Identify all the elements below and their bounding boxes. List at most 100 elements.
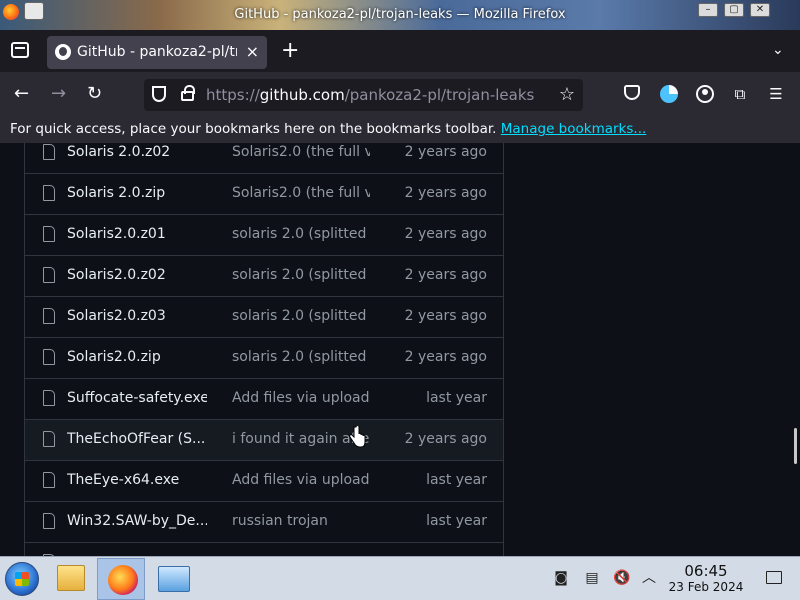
commit-message-link[interactable]: solaris 2.0 (splitted version) xyxy=(232,226,370,242)
account-icon[interactable] xyxy=(696,85,714,103)
file-name-link[interactable]: TheEye-x64.exe xyxy=(67,472,207,488)
clock-date: 23 Feb 2024 xyxy=(668,580,744,594)
file-name-link[interactable]: Solaris 2.0.zip xyxy=(67,185,207,201)
reload-button[interactable]: ↻ xyxy=(87,84,102,104)
commit-age: 2 years ago xyxy=(404,267,487,283)
taskbar-clock[interactable]: 06:45 23 Feb 2024 xyxy=(664,563,748,595)
tracking-protection-shield-icon[interactable] xyxy=(152,86,166,102)
file-name-link[interactable]: Solaris 2.0.z02 xyxy=(67,144,207,160)
tab-close-button[interactable]: × xyxy=(246,42,259,61)
close-window-button[interactable]: ✕ xyxy=(750,3,770,17)
commit-age: 2 years ago xyxy=(404,308,487,324)
file-icon xyxy=(43,226,55,242)
sync-icon[interactable] xyxy=(660,85,678,103)
commit-age: 2 years ago xyxy=(404,226,487,242)
tab-github[interactable]: GitHub - pankoza2-pl/trojan-leaks × xyxy=(47,36,267,69)
volume-muted-icon[interactable]: 🔇 xyxy=(613,570,630,586)
start-button[interactable] xyxy=(5,562,39,596)
file-row[interactable]: Solaris 2.0.z02 Solaris2.0 (the full ver… xyxy=(25,143,503,174)
hamburger-menu-icon[interactable]: ☰ xyxy=(767,85,785,103)
commit-age: 2 years ago xyxy=(404,144,487,160)
file-name-link[interactable]: Suffocate-safety.exe xyxy=(67,390,207,406)
commit-message-link[interactable]: solaris 2.0 (splitted version) xyxy=(232,308,370,324)
window-title: GitHub - pankoza2-pl/trojan-leaks — Mozi… xyxy=(234,7,566,22)
file-icon xyxy=(43,308,55,324)
file-icon xyxy=(43,185,55,201)
window-titlebar: GitHub - pankoza2-pl/trojan-leaks — Mozi… xyxy=(0,0,800,30)
file-icon xyxy=(43,513,55,529)
tray-app-icon[interactable]: ◙ xyxy=(553,570,569,586)
file-row[interactable]: Solaris2.0.zip solaris 2.0 (splitted ver… xyxy=(25,338,503,379)
commit-message-link[interactable]: Solaris2.0 (the full version) xyxy=(232,144,370,160)
firefox-view-icon[interactable] xyxy=(11,42,29,58)
file-row[interactable]: Solaris2.0.z02 solaris 2.0 (splitted ver… xyxy=(25,256,503,297)
bookmarks-toolbar: For quick access, place your bookmarks h… xyxy=(0,118,800,143)
minimize-button[interactable]: – xyxy=(698,3,718,17)
commit-age: last year xyxy=(426,513,487,529)
page-scrollbar-thumb[interactable] xyxy=(794,428,797,464)
commit-message-link[interactable]: russian trojan xyxy=(232,513,370,529)
clipboard-icon[interactable]: ▤ xyxy=(584,570,600,586)
file-icon xyxy=(43,349,55,365)
file-icon xyxy=(43,144,55,160)
file-row[interactable]: Solaris 2.0.zip Solaris2.0 (the full ver… xyxy=(25,174,503,215)
file-row[interactable]: TheEchoOfFear (S... i found it again aft… xyxy=(25,420,503,461)
commit-age: 2 years ago xyxy=(404,185,487,201)
clock-time: 06:45 xyxy=(684,562,728,580)
manage-bookmarks-link[interactable]: Manage bookmarks... xyxy=(501,121,647,137)
file-explorer-taskbar-button[interactable] xyxy=(46,558,94,600)
file-icon xyxy=(43,267,55,283)
url-text[interactable]: https://github.com/pankoza2-pl/trojan-le… xyxy=(206,86,534,104)
tab-label: GitHub - pankoza2-pl/trojan-leaks xyxy=(77,44,237,60)
commit-age: 2 years ago xyxy=(404,349,487,365)
file-name-link[interactable]: Solaris2.0.z02 xyxy=(67,267,207,283)
file-name-link[interactable]: TheEchoOfFear (S... xyxy=(67,431,207,447)
file-name-link[interactable]: Solaris2.0.z01 xyxy=(67,226,207,242)
file-row[interactable]: Solaris2.0.z01 solaris 2.0 (splitted ver… xyxy=(25,215,503,256)
file-name-link[interactable]: Solaris2.0.z03 xyxy=(67,308,207,324)
page-content: Solaris 2.0.z02 Solaris2.0 (the full ver… xyxy=(0,143,800,556)
show-desktop-icon[interactable] xyxy=(766,571,782,584)
commit-message-link[interactable]: Solaris2.0 (the full version) xyxy=(232,185,370,201)
hand-cursor-icon xyxy=(349,426,366,448)
file-row[interactable]: Suffocate-safety.exe Add files via uploa… xyxy=(25,379,503,420)
file-name-link[interactable]: Solaris2.0.zip xyxy=(67,349,207,365)
tab-bar: GitHub - pankoza2-pl/trojan-leaks × + ⌄ xyxy=(0,30,800,72)
navigation-toolbar: ← → ↻ https://github.com/pankoza2-pl/tro… xyxy=(0,72,800,118)
commit-message-link[interactable]: solaris 2.0 (splitted version) xyxy=(232,349,370,365)
file-row[interactable] xyxy=(25,543,503,556)
commit-message-link[interactable]: Add files via upload xyxy=(232,390,370,406)
file-list: Solaris 2.0.z02 Solaris2.0 (the full ver… xyxy=(24,143,504,556)
file-row[interactable]: Win32.SAW-by_De... russian trojan last y… xyxy=(25,502,503,543)
file-name-link[interactable]: Win32.SAW-by_De... xyxy=(67,513,207,529)
folder-icon xyxy=(57,565,85,591)
back-button[interactable]: ← xyxy=(14,84,29,104)
forward-button[interactable]: → xyxy=(51,84,66,104)
commit-age: last year xyxy=(426,390,487,406)
maximize-button[interactable]: ▢ xyxy=(724,3,744,17)
list-all-tabs-chevron-icon[interactable]: ⌄ xyxy=(772,42,784,58)
commit-message-link[interactable]: Add files via upload xyxy=(232,472,370,488)
firefox-taskbar-button[interactable] xyxy=(97,558,145,600)
commit-age: last year xyxy=(426,472,487,488)
new-tab-button[interactable]: + xyxy=(281,40,299,62)
commit-age: 2 years ago xyxy=(404,431,487,447)
firefox-icon xyxy=(108,565,138,595)
lock-icon[interactable] xyxy=(181,85,195,101)
file-row[interactable]: TheEye-x64.exe Add files via upload last… xyxy=(25,461,503,502)
file-row[interactable]: Solaris2.0.z03 solaris 2.0 (splitted ver… xyxy=(25,297,503,338)
taskbar: ◙ ▤ 🔇 ︿ 06:45 23 Feb 2024 xyxy=(0,556,800,600)
pocket-icon[interactable] xyxy=(624,85,640,100)
file-icon xyxy=(43,390,55,406)
bookmark-star-icon[interactable]: ☆ xyxy=(559,84,575,105)
github-favicon-icon xyxy=(55,44,71,60)
file-icon xyxy=(43,472,55,488)
tray-expand-chevron-icon[interactable]: ︿ xyxy=(641,570,657,586)
network-app-icon xyxy=(158,566,190,592)
extensions-puzzle-icon[interactable]: ⧉ xyxy=(731,85,749,103)
bookmarks-hint: For quick access, place your bookmarks h… xyxy=(10,121,647,137)
address-bar[interactable]: https://github.com/pankoza2-pl/trojan-le… xyxy=(144,79,583,111)
commit-message-link[interactable]: solaris 2.0 (splitted version) xyxy=(232,267,370,283)
file-icon xyxy=(43,431,55,447)
network-app-taskbar-button[interactable] xyxy=(148,558,196,600)
